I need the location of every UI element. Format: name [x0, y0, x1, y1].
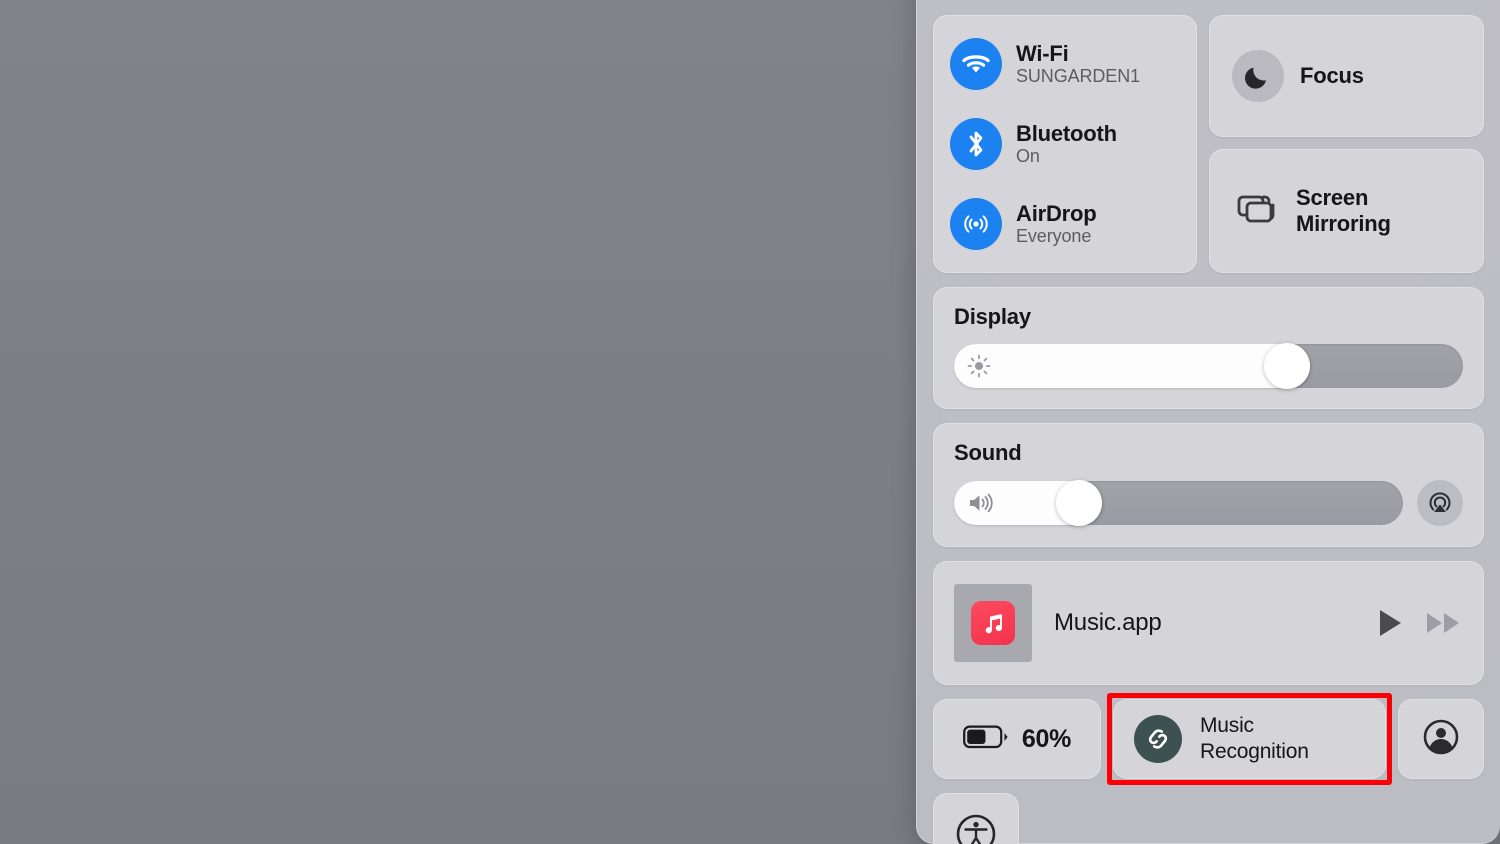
play-icon[interactable]	[1377, 608, 1403, 638]
brightness-slider-fill	[954, 344, 1311, 388]
screen-mirroring-icon	[1232, 187, 1280, 235]
music-recognition-label-line2: Recognition	[1200, 740, 1309, 763]
music-recognition-wrapper: Music Recognition	[1107, 693, 1392, 785]
toggle-wifi[interactable]: Wi-Fi SUNGARDEN1	[950, 34, 1180, 94]
wifi-icon	[950, 38, 1002, 90]
volume-slider-knob[interactable]	[1056, 480, 1103, 526]
wifi-subtitle: SUNGARDEN1	[1016, 66, 1141, 87]
shazam-icon	[1134, 715, 1182, 763]
battery-tile[interactable]: 60%	[933, 699, 1101, 779]
music-app-icon	[971, 601, 1015, 645]
bluetooth-title: Bluetooth	[1016, 120, 1117, 146]
now-playing-card[interactable]: Music.app	[933, 561, 1484, 685]
bluetooth-icon	[950, 118, 1002, 170]
music-recognition-label: Music Recognition	[1200, 713, 1309, 764]
battery-icon	[963, 724, 1009, 755]
fast-forward-icon[interactable]	[1425, 610, 1461, 636]
screen-mirroring-label: Screen Mirroring	[1296, 185, 1391, 236]
album-art	[954, 584, 1032, 662]
focus-tile[interactable]: Focus	[1209, 15, 1484, 137]
now-playing-controls	[1377, 608, 1461, 638]
airdrop-title: AirDrop	[1016, 200, 1097, 226]
airdrop-icon	[950, 198, 1002, 250]
control-center-bottom-row: 60% Music Recognition	[933, 693, 1484, 785]
sound-slider-row	[954, 480, 1463, 526]
sound-title: Sound	[954, 440, 1022, 465]
bluetooth-subtitle: On	[1016, 146, 1040, 167]
screen-mirroring-tile[interactable]: Screen Mirroring	[1209, 149, 1484, 273]
music-recognition-tile[interactable]: Music Recognition	[1113, 699, 1386, 779]
now-playing-title: Music.app	[1054, 609, 1162, 636]
volume-slider[interactable]	[954, 480, 1403, 526]
brightness-slider-knob[interactable]	[1264, 343, 1311, 389]
control-center-top-row: Wi-Fi SUNGARDEN1 Bluetooth On AirDrop Ev…	[933, 15, 1484, 273]
connectivity-toggles-card: Wi-Fi SUNGARDEN1 Bluetooth On AirDrop Ev…	[933, 15, 1197, 273]
bluetooth-text-block: Bluetooth On	[1016, 120, 1117, 167]
display-title: Display	[954, 304, 1031, 329]
accessibility-icon	[955, 813, 997, 844]
toggle-bluetooth[interactable]: Bluetooth On	[950, 114, 1180, 174]
battery-percentage: 60%	[1021, 724, 1072, 753]
display-card: Display	[933, 287, 1484, 409]
focus-label: Focus	[1300, 63, 1364, 89]
user-account-icon	[1422, 718, 1460, 761]
music-recognition-label-line1: Music	[1200, 714, 1254, 738]
accessibility-row	[933, 793, 1484, 844]
toggle-airdrop[interactable]: AirDrop Everyone	[950, 194, 1180, 254]
airplay-audio-icon[interactable]	[1417, 480, 1463, 526]
airdrop-text-block: AirDrop Everyone	[1016, 200, 1097, 247]
user-account-tile[interactable]	[1398, 699, 1484, 779]
wifi-text-block: Wi-Fi SUNGARDEN1	[1016, 40, 1141, 87]
airdrop-subtitle: Everyone	[1016, 226, 1092, 247]
moon-icon	[1232, 50, 1284, 102]
top-right-column: Focus Screen Mirroring	[1209, 15, 1484, 273]
brightness-slider[interactable]	[954, 343, 1463, 389]
sound-card: Sound	[933, 423, 1484, 547]
control-center-panel: Wi-Fi SUNGARDEN1 Bluetooth On AirDrop Ev…	[916, 0, 1500, 844]
accessibility-tile[interactable]	[933, 793, 1019, 844]
wifi-title: Wi-Fi	[1016, 40, 1069, 66]
display-slider-row	[954, 343, 1463, 389]
